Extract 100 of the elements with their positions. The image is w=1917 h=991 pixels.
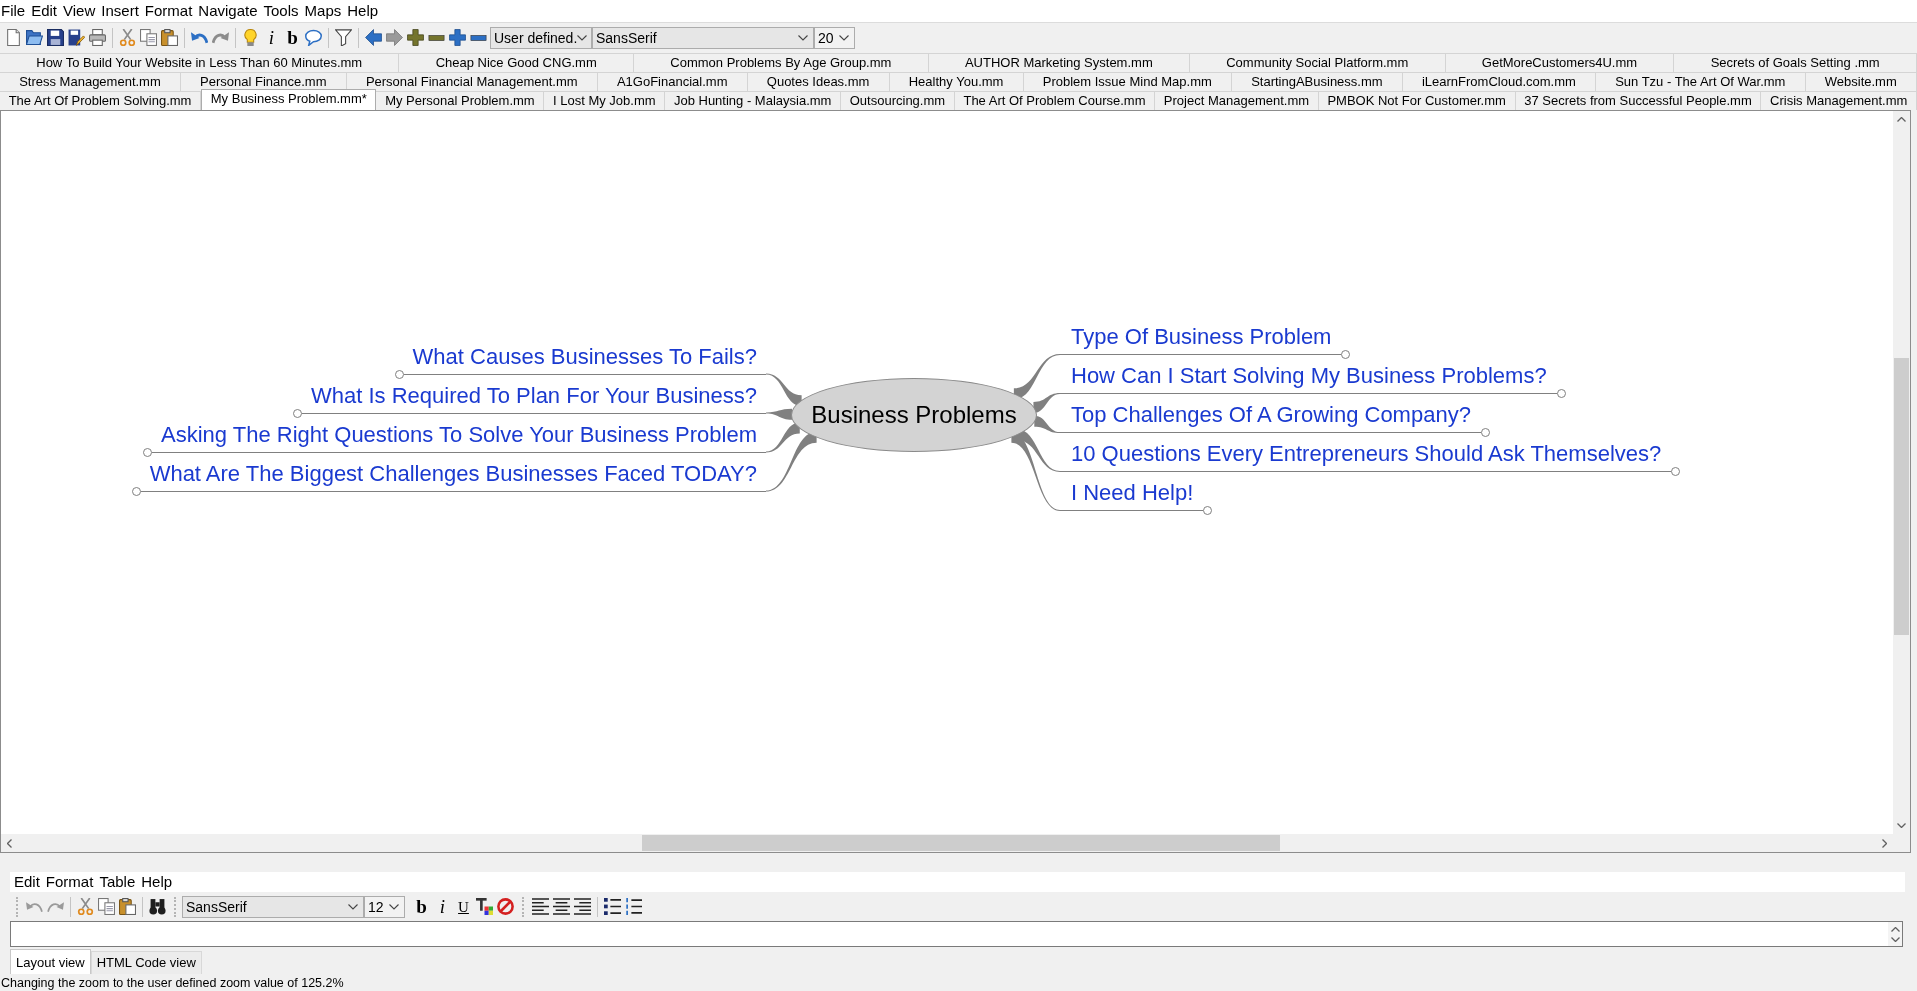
node-label[interactable]: Top Challenges Of A Growing Company?: [1060, 402, 1481, 433]
align-right-icon[interactable]: [574, 898, 591, 915]
file-tab[interactable]: Job Hunting - Malaysia.mm: [665, 91, 842, 110]
floppy-pencil-icon[interactable]: [68, 29, 85, 46]
lightbulb-icon[interactable]: [242, 29, 259, 46]
chevron-left-icon[interactable]: [7, 838, 12, 848]
node-label[interactable]: What Are The Biggest Challenges Businesses Faced TODAY?: [140, 460, 766, 492]
file-tab[interactable]: Common Problems By Age Group.mm: [634, 53, 929, 72]
view-tab[interactable]: Layout view: [10, 949, 91, 974]
file-tab[interactable]: Problem Issue Mind Map.mm: [1023, 72, 1232, 91]
file-tab[interactable]: I Lost My Job.mm: [544, 91, 666, 110]
bold-button[interactable]: b: [282, 26, 303, 49]
menu-item[interactable]: Help: [344, 1, 382, 21]
menu-item[interactable]: Help: [138, 872, 176, 892]
font-size-dropdown[interactable]: 20: [814, 26, 855, 49]
file-tab[interactable]: GetMoreCustomers4U.mm: [1445, 53, 1675, 72]
node-label[interactable]: What Causes Businesses To Fails?: [403, 343, 766, 375]
chevron-up-icon[interactable]: [1890, 926, 1900, 932]
scrollbar-thumb[interactable]: [642, 835, 1280, 851]
two-pages-icon[interactable]: [140, 29, 157, 46]
speech-bubble-icon[interactable]: [305, 29, 322, 46]
node-label[interactable]: What Is Required To Plan For Your Business?: [302, 382, 766, 414]
file-tab[interactable]: My Personal Problem.mm: [376, 91, 545, 110]
menu-item[interactable]: Format: [42, 872, 97, 892]
chevron-down-icon[interactable]: [1890, 936, 1900, 942]
file-tab[interactable]: iLearnFromCloud.com.mm: [1402, 72, 1596, 91]
binoculars-icon[interactable]: [149, 898, 166, 915]
minus-icon[interactable]: [470, 34, 487, 41]
node-label[interactable]: 10 Questions Every Entrepreneurs Should Ask Themselves?: [1060, 441, 1672, 472]
file-tab[interactable]: Healthy You.mm: [889, 72, 1024, 91]
minus-icon[interactable]: [428, 34, 445, 41]
scissors-icon[interactable]: [77, 898, 94, 915]
plus-icon[interactable]: [407, 29, 424, 46]
menu-item[interactable]: Format: [141, 1, 196, 21]
file-tab[interactable]: Secrets of Goals Setting .mm: [1674, 53, 1917, 72]
blank-page-icon[interactable]: [5, 29, 22, 46]
file-tab[interactable]: Cheap Nice Good CNG.mm: [399, 53, 635, 72]
menu-item[interactable]: Maps: [301, 1, 345, 21]
bulleted-list-icon[interactable]: [604, 898, 621, 915]
menu-item[interactable]: File: [0, 1, 29, 21]
file-tab[interactable]: Project Management.mm: [1155, 91, 1319, 110]
menu-item[interactable]: Table: [96, 872, 139, 892]
node-label[interactable]: Asking The Right Questions To Solve Your Business Problem: [152, 421, 766, 453]
node-label[interactable]: How Can I Start Solving My Business Problems?: [1060, 363, 1557, 394]
file-tab[interactable]: Website.mm: [1805, 72, 1917, 91]
root-node[interactable]: Business Problems: [791, 378, 1037, 452]
file-tab[interactable]: A1GoFinancial.mm: [597, 72, 748, 91]
vertical-scrollbar[interactable]: [1893, 111, 1910, 834]
chevron-down-icon[interactable]: [1897, 823, 1906, 828]
file-tab[interactable]: StartingABusiness.mm: [1231, 72, 1403, 91]
clipboard-icon[interactable]: [161, 29, 178, 46]
align-left-icon[interactable]: [532, 898, 549, 915]
menu-item[interactable]: Edit: [28, 1, 61, 21]
font-dropdown[interactable]: SansSerif: [592, 26, 814, 49]
menu-item[interactable]: Insert: [98, 1, 142, 21]
file-tab[interactable]: My Business Problem.mm*: [201, 89, 377, 110]
font-size-dropdown[interactable]: 12: [364, 895, 405, 918]
view-tab[interactable]: HTML Code view: [90, 951, 202, 974]
bold-button[interactable]: b: [411, 895, 432, 918]
file-tab[interactable]: How To Build Your Website in Less Than 60 Minutes.mm: [0, 53, 400, 72]
align-center-icon[interactable]: [553, 898, 570, 915]
file-tab[interactable]: Stress Management.mm: [0, 72, 181, 91]
plus-icon[interactable]: [449, 29, 466, 46]
italic-button[interactable]: i: [432, 895, 453, 918]
arrow-left-icon[interactable]: [365, 29, 382, 46]
scissors-icon[interactable]: [119, 29, 136, 46]
file-tab[interactable]: The Art Of Problem Course.mm: [954, 91, 1156, 110]
file-tab[interactable]: Outsourcing.mm: [841, 91, 955, 110]
zoom-dropdown[interactable]: User defined.: [490, 26, 592, 49]
letter-t-swatches-icon[interactable]: [476, 898, 493, 915]
clipboard-icon[interactable]: [119, 898, 136, 915]
menu-item[interactable]: View: [60, 1, 99, 21]
file-tab[interactable]: 37 Secrets from Successful People.mm: [1515, 91, 1762, 110]
file-tab[interactable]: Quotes Ideas.mm: [747, 72, 890, 91]
node-label[interactable]: Type Of Business Problem: [1060, 324, 1342, 355]
numbered-list-icon[interactable]: [625, 898, 642, 915]
file-tab[interactable]: Personal Finance.mm: [180, 72, 347, 91]
menu-item[interactable]: Navigate: [195, 1, 261, 21]
menu-item[interactable]: Tools: [260, 1, 302, 21]
chevron-right-icon[interactable]: [1882, 838, 1887, 848]
underline-button[interactable]: U: [453, 895, 474, 918]
file-tab[interactable]: AUTHOR Marketing System.mm: [928, 53, 1190, 72]
folder-icon[interactable]: [26, 29, 43, 46]
prohibition-sign-icon[interactable]: [497, 898, 514, 915]
file-tab[interactable]: Crisis Management.mm: [1761, 91, 1917, 110]
two-pages-icon[interactable]: [98, 898, 115, 915]
file-tab[interactable]: Sun Tzu - The Art Of War.mm: [1596, 72, 1806, 91]
chevron-up-icon[interactable]: [1897, 117, 1906, 122]
funnel-icon[interactable]: [335, 29, 352, 46]
horizontal-scrollbar[interactable]: [1, 834, 1893, 852]
file-tab[interactable]: Personal Financial Management.mm: [346, 72, 598, 91]
node-label[interactable]: I Need Help!: [1060, 480, 1204, 511]
italic-button[interactable]: i: [261, 26, 282, 49]
file-tab[interactable]: PMBOK Not For Customer.mm: [1318, 91, 1516, 110]
file-tab[interactable]: Community Social Platform.mm: [1190, 53, 1446, 72]
file-tab[interactable]: The Art Of Problem Solving.mm: [0, 91, 202, 110]
menu-item[interactable]: Edit: [11, 872, 43, 892]
text-input-field[interactable]: [10, 921, 1903, 947]
arrow-right-icon[interactable]: [386, 29, 403, 46]
printer-icon[interactable]: [89, 29, 106, 46]
